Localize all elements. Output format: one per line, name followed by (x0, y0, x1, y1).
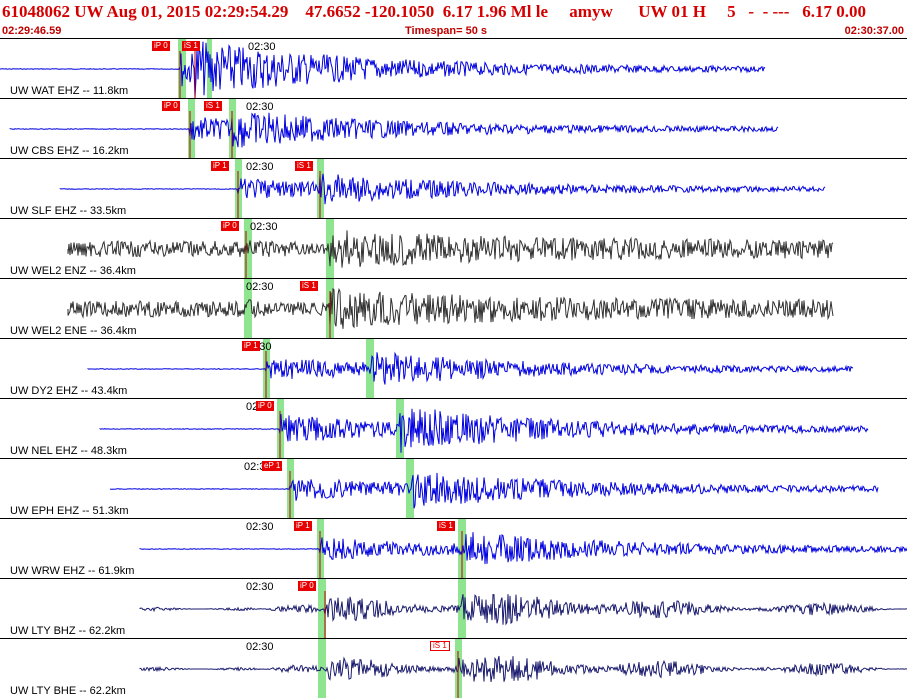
trace-row: 02:30 iP 1 iS 1 UW WRW EHZ -- 61.9km (0, 518, 907, 578)
time-mark: 02:30 (246, 101, 274, 113)
station-label: UW WEL2 ENZ -- 36.4km (10, 265, 136, 277)
waveform-line (99, 408, 869, 453)
seismogram-panel: 02:30 iP 0 iS 1 UW WAT EHZ -- 11.8km 02:30 iP… (0, 38, 907, 700)
waveform-line (139, 532, 907, 565)
waveform-line (87, 351, 854, 385)
waveform-line (67, 230, 834, 268)
phase-pick-label[interactable]: iS 1 (182, 41, 200, 51)
header-bar: 61048062 UW Aug 01, 2015 02:29:54.29 47.… (0, 0, 907, 38)
phase-pick-label[interactable]: iP 0 (152, 41, 170, 51)
pick-window (318, 639, 326, 698)
waveform-svg (99, 399, 869, 458)
phase-pick-label[interactable]: iP 0 (298, 581, 316, 591)
phase-pick-label[interactable]: iP 0 (256, 401, 274, 411)
waveform-svg (0, 39, 766, 98)
waveform-svg (67, 219, 834, 278)
trace-row: 02:30 iS 1 UW LTY BHE -- 62.2km (0, 638, 907, 698)
waveform-svg (59, 159, 826, 218)
phase-pick-label[interactable]: iP 1 (242, 341, 260, 351)
station-label: UW WAT EHZ -- 11.8km (10, 85, 129, 97)
pick-window (406, 459, 414, 518)
phase-pick-label[interactable]: iP 0 (162, 101, 180, 111)
trace-row: 02:30 iP 0 UW WEL2 ENZ -- 36.4km (0, 218, 907, 278)
trace-row: 02:30 iP 0 iS 1 UW CBS EHZ -- 16.2km (0, 98, 907, 158)
waveform-line (139, 655, 907, 682)
phase-pick-label[interactable]: iS 1 (204, 101, 222, 111)
trace-row: 02:30 iP 1 iS 1 UW SLF EHZ -- 33.5km (0, 158, 907, 218)
waveform-line (139, 594, 907, 626)
end-time: 02:30:37.00 (844, 25, 904, 37)
time-mark: 02:30 (250, 221, 278, 233)
waveform-svg (9, 99, 779, 158)
start-time: 02:29:46.59 (2, 25, 62, 37)
time-mark: 02:30 (246, 581, 274, 593)
time-mark: 02:30 (246, 521, 274, 533)
waveform-line (59, 173, 826, 205)
phase-pick-label[interactable]: iS 1 (300, 281, 318, 291)
waveform-svg (139, 639, 907, 698)
station-label: UW DY2 EHZ -- 43.4km (10, 385, 128, 397)
timespan-label: Timespan= 50 s (405, 25, 488, 37)
phase-pick-label[interactable]: iP 1 (211, 161, 229, 171)
station-label: UW NEL EHZ -- 48.3km (10, 445, 127, 457)
time-mark: 02:30 (246, 161, 274, 173)
phase-pick-label[interactable]: iS 1 (437, 521, 455, 531)
event-title: 61048062 UW Aug 01, 2015 02:29:54.29 47.… (2, 2, 866, 21)
phase-pick-label[interactable]: iS 1 (295, 161, 313, 171)
waveform-line (67, 287, 834, 329)
trace-row: 02:30 iP 0 iS 1 UW WAT EHZ -- 11.8km (0, 38, 907, 98)
trace-row: 02:30iP 1UW DY2 EHZ -- 43.4km (0, 338, 907, 398)
phase-pick-label[interactable]: eP 1 (262, 461, 283, 471)
phase-pick-label[interactable]: iP 1 (294, 521, 312, 531)
waveform-svg (87, 339, 854, 398)
station-label: UW WEL2 ENE -- 36.4km (10, 325, 137, 337)
phase-pick-label[interactable]: iS 1 (430, 641, 450, 651)
station-label: UW LTY BHZ -- 62.2km (10, 625, 126, 637)
waveform-line (109, 472, 879, 509)
trace-row: 02:30 eP 1 UW EPH EHZ -- 51.3km (0, 458, 907, 518)
time-mark: 02:30 (246, 281, 274, 293)
time-mark: 02:30 (246, 641, 274, 653)
trace-row: 02:30 iS 1 UW WEL2 ENE -- 36.4km (0, 278, 907, 338)
station-label: UW WRW EHZ -- 61.9km (10, 565, 135, 577)
waveform-line (9, 112, 779, 148)
station-label: UW SLF EHZ -- 33.5km (10, 205, 127, 217)
station-label: UW EPH EHZ -- 51.3km (10, 505, 129, 517)
time-mark: 02:30 (248, 41, 276, 53)
phase-pick-label[interactable]: iP 0 (221, 221, 239, 231)
station-label: UW CBS EHZ -- 16.2km (10, 145, 129, 157)
station-label: UW LTY BHE -- 62.2km (10, 685, 126, 697)
trace-row: 02:30iP 0UW NEL EHZ -- 48.3km (0, 398, 907, 458)
waveform-svg (139, 579, 907, 638)
trace-row: 02:30 iP 0 UW LTY BHZ -- 62.2km (0, 578, 907, 638)
waveform-svg (109, 459, 879, 518)
